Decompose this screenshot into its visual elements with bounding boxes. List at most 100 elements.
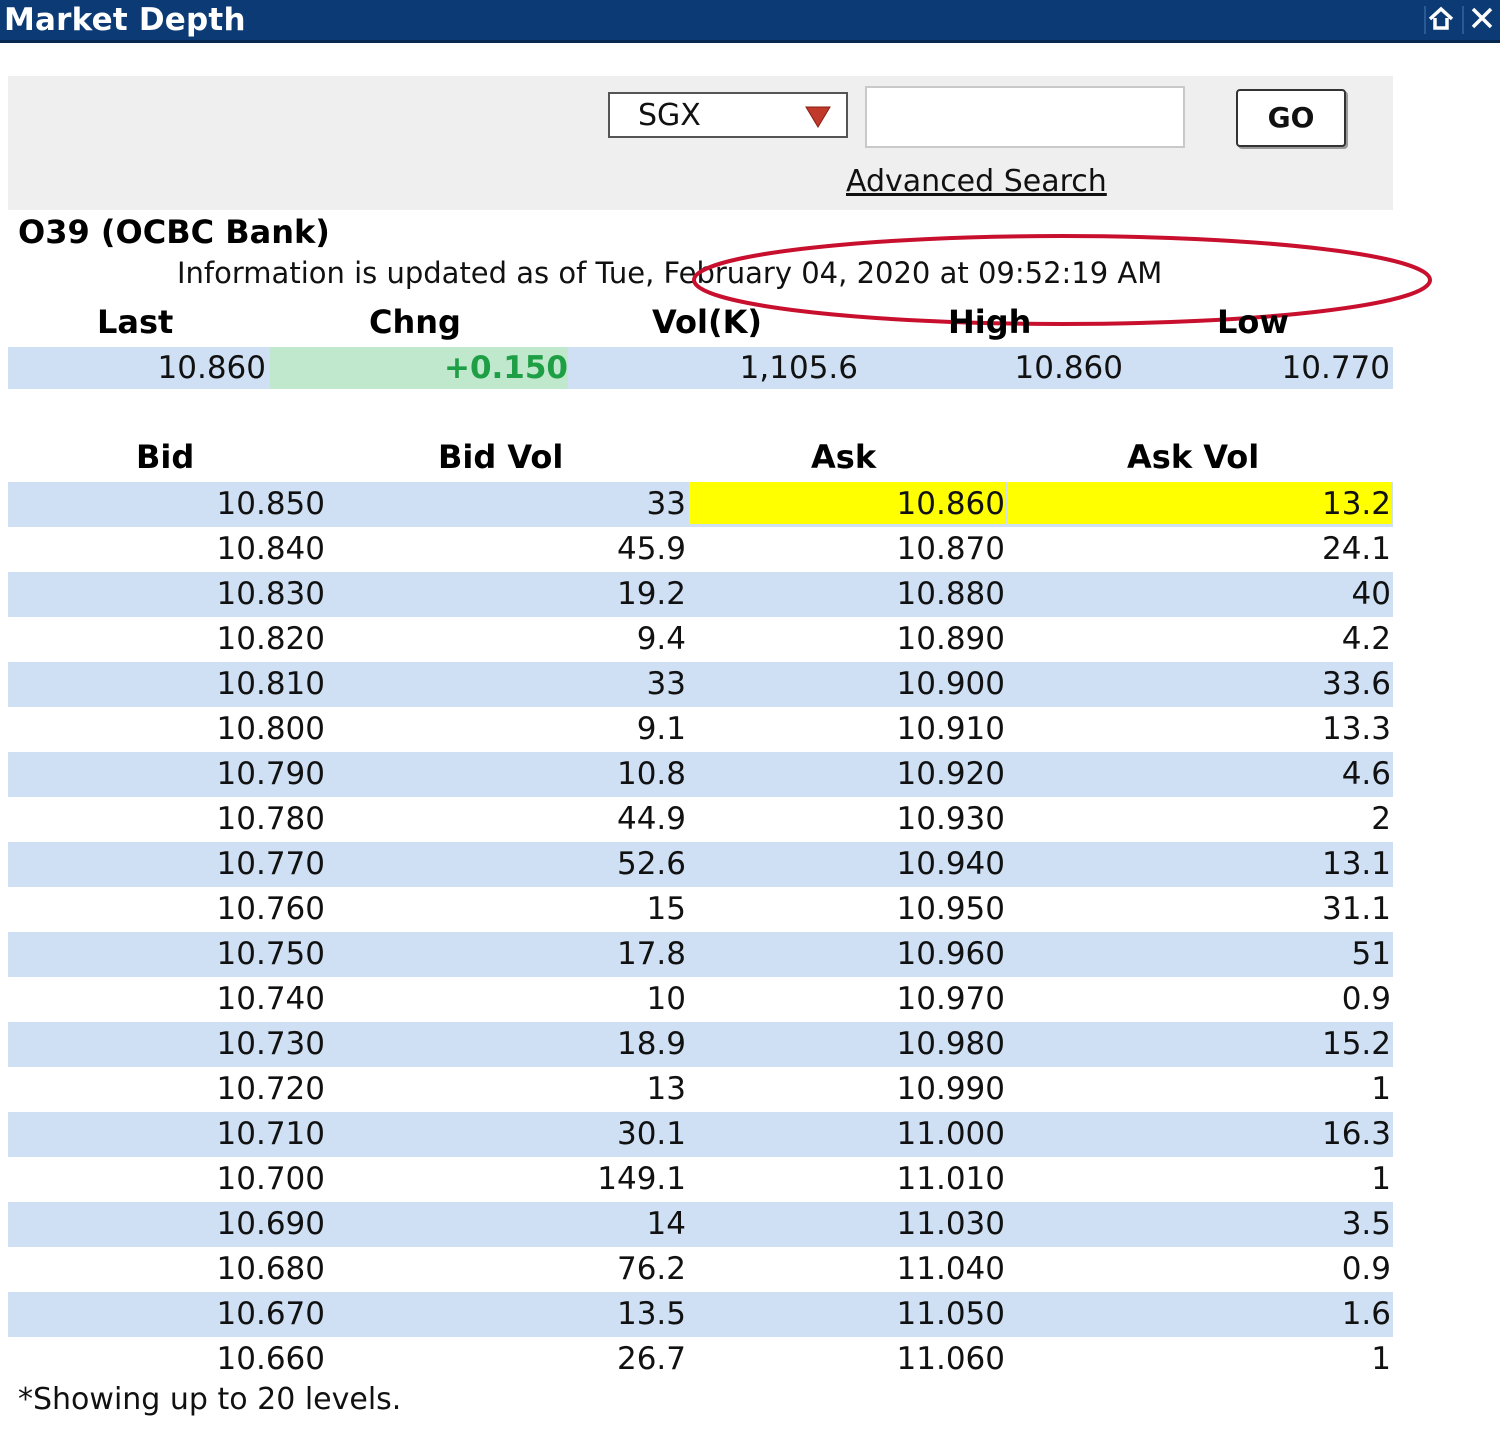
bid-volume-cell: 33 (646, 486, 686, 522)
bid-volume-cell: 18.9 (616, 1026, 686, 1062)
bid-volume-cell: 19.2 (616, 576, 686, 612)
ask-price-cell: 10.990 (896, 1071, 1005, 1107)
go-button[interactable]: GO (1236, 89, 1346, 147)
ask-price-cell: 10.920 (896, 756, 1005, 792)
ask-price-cell: 11.050 (896, 1296, 1005, 1332)
bid-price-cell: 10.820 (216, 621, 325, 657)
table-row: 10.770 52.6 10.940 13.1 (8, 842, 1393, 887)
footnote: *Showing up to 20 levels. (18, 1382, 402, 1417)
bid-price-cell: 10.800 (216, 711, 325, 747)
bid-price-cell: 10.780 (216, 801, 325, 837)
bid-volume-cell: 17.8 (616, 936, 686, 972)
table-row: 10.810 33 10.900 33.6 (8, 662, 1393, 707)
ask-volume-cell: 31.1 (1321, 891, 1391, 927)
exchange-select-value: SGX (638, 98, 701, 133)
depth-header-bid-vol: Bid Vol (438, 438, 564, 476)
bid-volume-cell: 76.2 (616, 1251, 686, 1287)
symbol-search-input[interactable] (865, 86, 1185, 148)
table-row: 10.720 13 10.990 1 (8, 1067, 1393, 1112)
table-row: 10.740 10 10.970 0.9 (8, 977, 1393, 1022)
ask-volume-cell: 13.1 (1321, 846, 1391, 882)
table-row: 10.730 18.9 10.980 15.2 (8, 1022, 1393, 1067)
ask-volume-cell: 15.2 (1321, 1026, 1391, 1062)
market-depth-table: 10.850 33 10.860 13.2 10.840 45.9 10.870 24.1 10… (8, 482, 1393, 1382)
ask-price-cell: 10.980 (896, 1026, 1005, 1062)
ask-volume-cell: 33.6 (1321, 666, 1391, 702)
bid-volume-cell: 52.6 (616, 846, 686, 882)
ask-volume-cell: 0.9 (1341, 981, 1391, 1017)
ask-price-cell: 11.060 (896, 1341, 1005, 1377)
table-row: 10.850 33 10.860 13.2 (8, 482, 1393, 527)
bid-price-cell: 10.830 (216, 576, 325, 612)
ask-price-cell: 10.970 (896, 981, 1005, 1017)
ask-volume-cell: 51 (1351, 936, 1391, 972)
depth-header-ask: Ask (811, 438, 877, 476)
titlebar-divider (1462, 6, 1464, 34)
stock-title: O39 (OCBC Bank) (18, 213, 330, 251)
bid-volume-cell: 30.1 (616, 1116, 686, 1152)
table-row: 10.660 26.7 11.060 1 (8, 1337, 1393, 1382)
bid-price-cell: 10.760 (216, 891, 325, 927)
ask-volume-cell: 24.1 (1321, 531, 1391, 567)
summary-values-row: 10.860 +0.150 1,105.6 10.860 10.770 (8, 347, 1393, 389)
advanced-search-link[interactable]: Advanced Search (846, 164, 1107, 199)
home-icon[interactable] (1425, 3, 1457, 37)
table-row: 10.780 44.9 10.930 2 (8, 797, 1393, 842)
bid-price-cell: 10.850 (216, 486, 325, 522)
exchange-select[interactable]: SGX (608, 92, 848, 138)
bid-price-cell: 10.670 (216, 1296, 325, 1332)
table-row: 10.670 13.5 11.050 1.6 (8, 1292, 1393, 1337)
bid-price-cell: 10.710 (216, 1116, 325, 1152)
summary-volume-value: 1,105.6 (739, 350, 858, 386)
ask-price-cell: 11.040 (896, 1251, 1005, 1287)
ask-volume-cell: 13.2 (1008, 482, 1391, 524)
bid-volume-cell: 26.7 (616, 1341, 686, 1377)
summary-low-value: 10.770 (1281, 350, 1390, 386)
bid-price-cell: 10.740 (216, 981, 325, 1017)
bid-price-cell: 10.730 (216, 1026, 325, 1062)
ask-volume-cell: 1 (1371, 1341, 1391, 1377)
ask-price-cell: 10.940 (896, 846, 1005, 882)
bid-price-cell: 10.720 (216, 1071, 325, 1107)
ask-volume-cell: 16.3 (1321, 1116, 1391, 1152)
ask-price-cell: 10.870 (896, 531, 1005, 567)
depth-header-ask-vol: Ask Vol (1127, 438, 1260, 476)
close-icon[interactable] (1466, 3, 1498, 37)
summary-header-row: Last Chng Vol(K) High Low (8, 303, 1393, 345)
ask-price-cell: 11.030 (896, 1206, 1005, 1242)
close-icon-glyph (1471, 7, 1493, 29)
table-row: 10.820 9.4 10.890 4.2 (8, 617, 1393, 662)
ask-volume-cell: 40 (1351, 576, 1391, 612)
bid-volume-cell: 9.1 (636, 711, 686, 747)
ask-price-cell: 10.900 (896, 666, 1005, 702)
ask-volume-cell: 4.6 (1341, 756, 1391, 792)
bid-volume-cell: 13 (646, 1071, 686, 1107)
bid-price-cell: 10.680 (216, 1251, 325, 1287)
table-row: 10.840 45.9 10.870 24.1 (8, 527, 1393, 572)
ask-volume-cell: 0.9 (1341, 1251, 1391, 1287)
bid-volume-cell: 10.8 (616, 756, 686, 792)
bid-volume-cell: 149.1 (597, 1161, 686, 1197)
ask-volume-cell: 13.3 (1321, 711, 1391, 747)
bid-price-cell: 10.700 (216, 1161, 325, 1197)
depth-header-bid: Bid (136, 438, 195, 476)
ask-price-cell: 10.880 (896, 576, 1005, 612)
bid-price-cell: 10.840 (216, 531, 325, 567)
table-row: 10.830 19.2 10.880 40 (8, 572, 1393, 617)
window-titlebar: Market Depth (0, 0, 1500, 43)
summary-high-value: 10.860 (1014, 350, 1123, 386)
ask-price-cell: 10.890 (896, 621, 1005, 657)
table-row: 10.790 10.8 10.920 4.6 (8, 752, 1393, 797)
ask-volume-cell: 1 (1371, 1161, 1391, 1197)
bid-price-cell: 10.750 (216, 936, 325, 972)
home-icon-glyph (1428, 6, 1454, 30)
table-row: 10.700 149.1 11.010 1 (8, 1157, 1393, 1202)
ask-price-cell: 10.910 (896, 711, 1005, 747)
bid-price-cell: 10.770 (216, 846, 325, 882)
ask-price-cell: 10.950 (896, 891, 1005, 927)
bid-volume-cell: 10 (646, 981, 686, 1017)
table-row: 10.800 9.1 10.910 13.3 (8, 707, 1393, 752)
ask-volume-cell: 1 (1371, 1071, 1391, 1107)
ask-volume-cell: 2 (1371, 801, 1391, 837)
ask-price-cell: 10.860 (689, 482, 1005, 524)
